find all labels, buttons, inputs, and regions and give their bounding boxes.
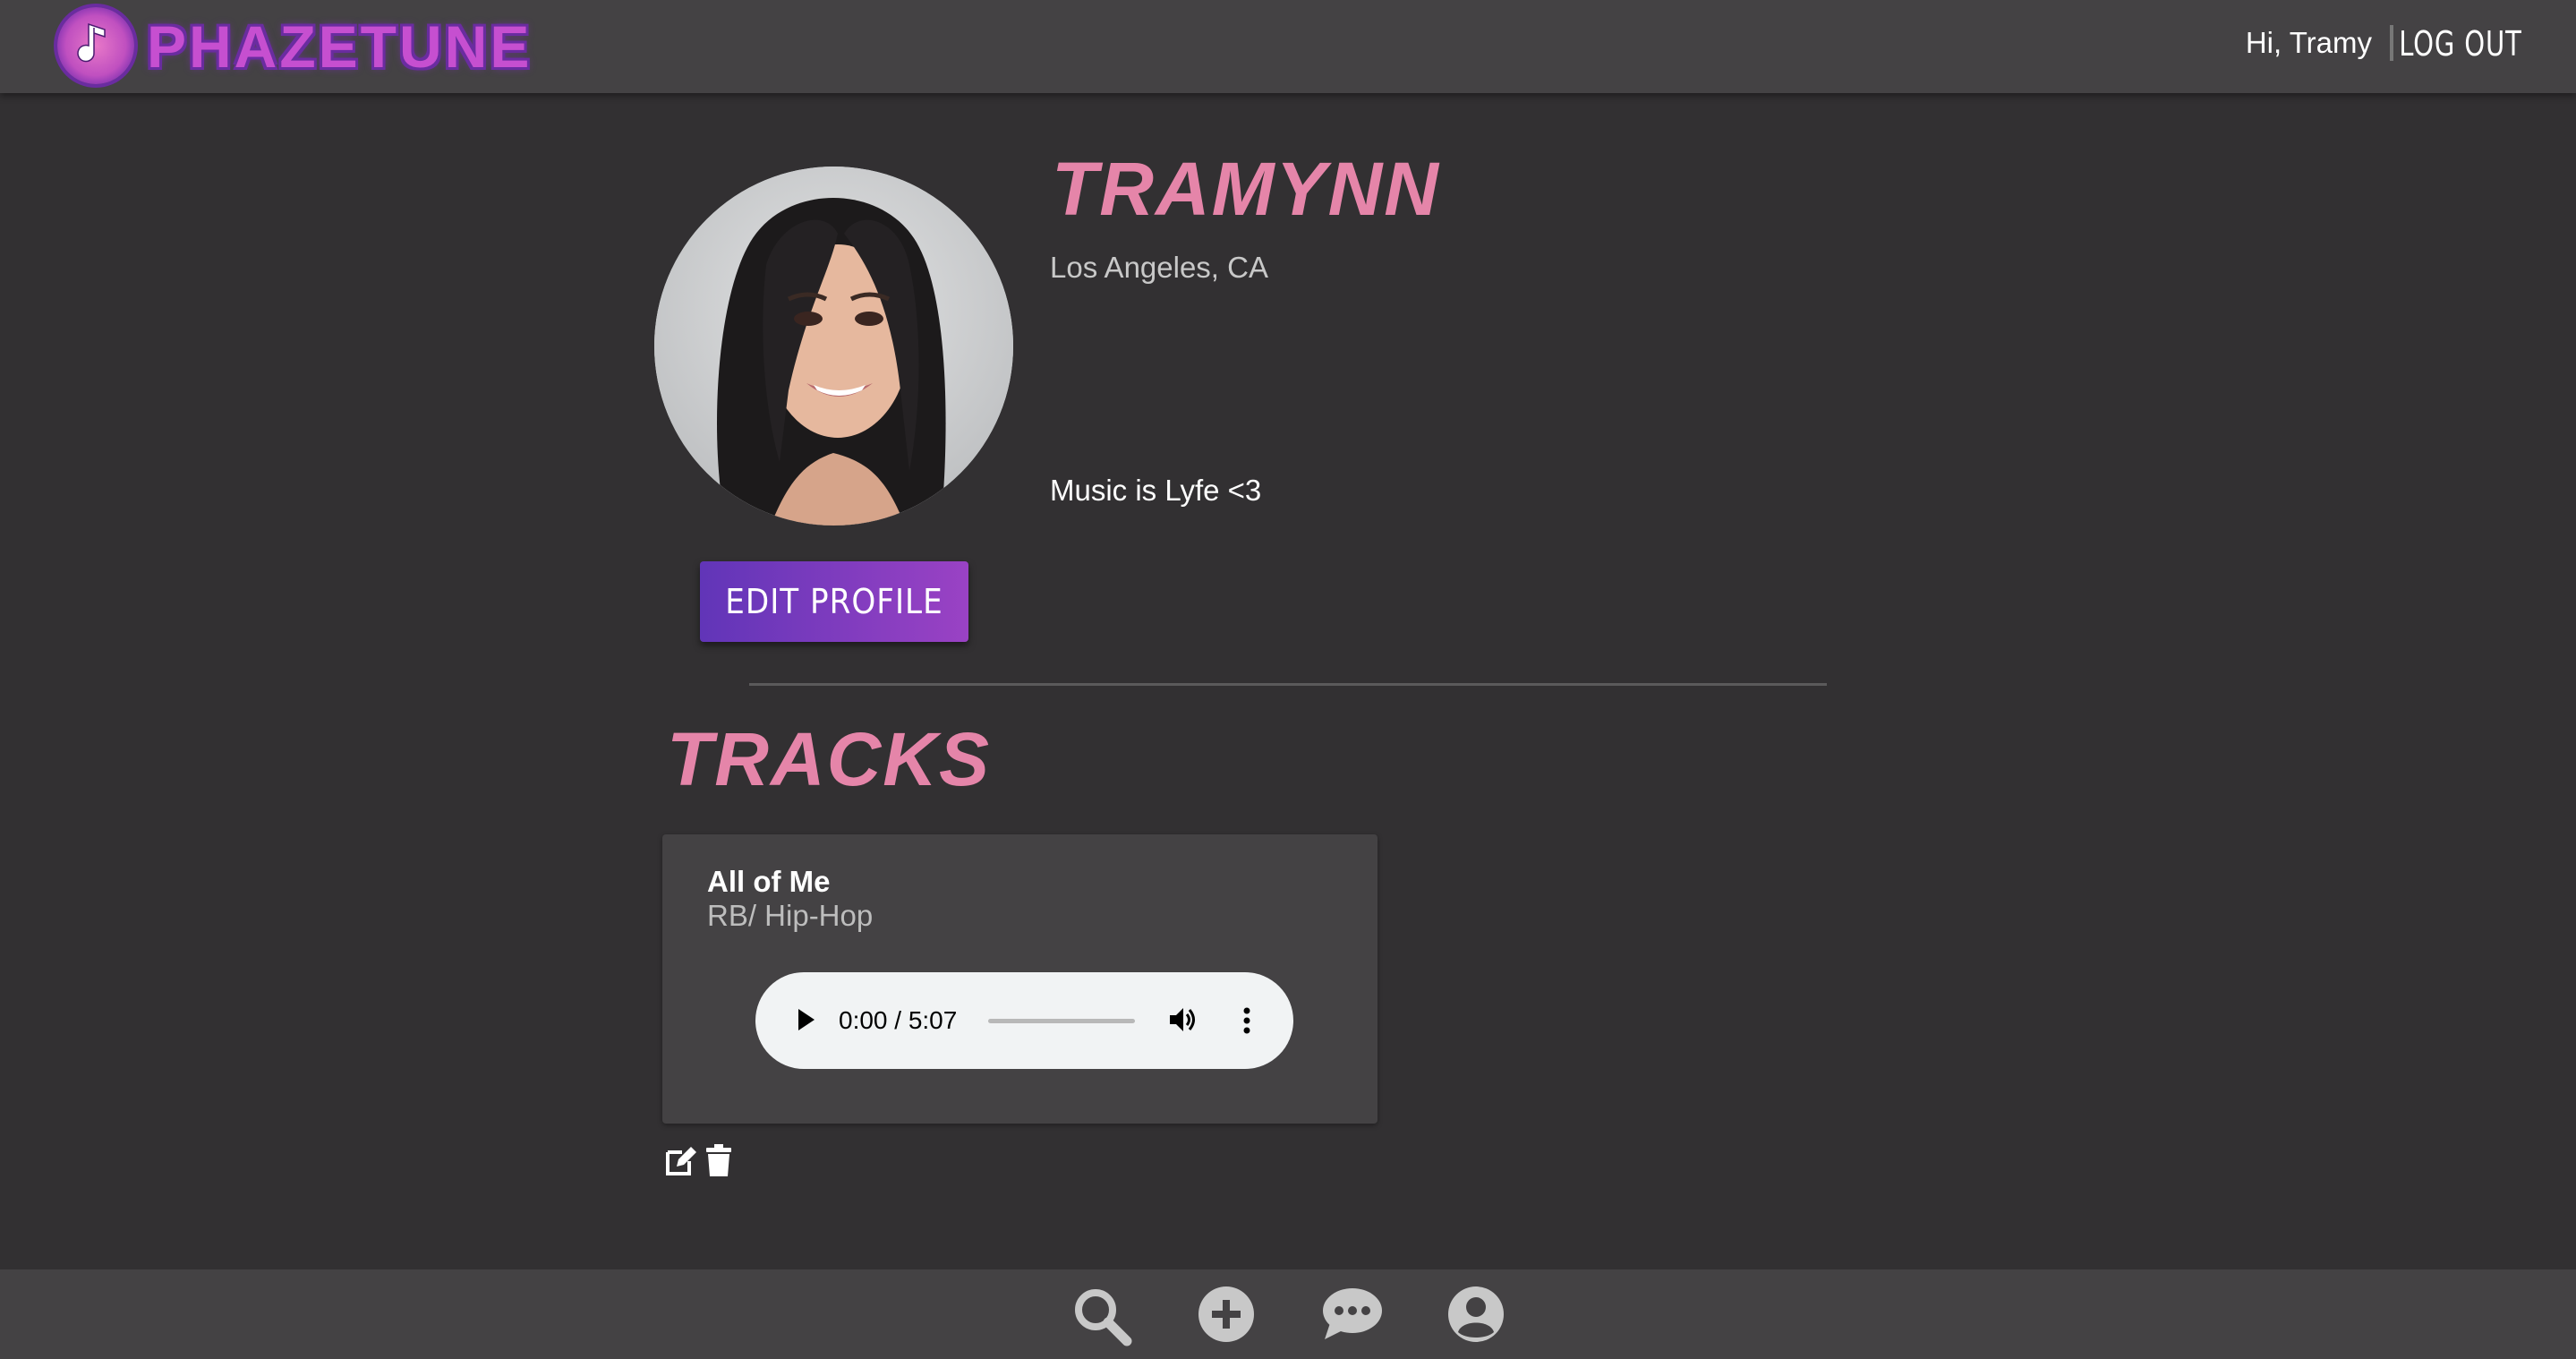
profile-username: TRAMYNN [1052, 147, 1440, 231]
logout-link[interactable]: LOG OUT [2400, 24, 2522, 64]
tracks-heading: TRACKS [667, 717, 991, 801]
track-genre: RB/ Hip-Hop [707, 899, 874, 932]
track-card: All of Me RB/ Hip-Hop 0:00 / 5:07 [662, 834, 1378, 1124]
music-note-logo-icon[interactable] [57, 7, 134, 84]
top-navbar: PHAZETUNE Hi, Tramy LOG OUT [0, 0, 2576, 93]
play-icon[interactable] [793, 1006, 818, 1038]
profile-location: Los Angeles, CA [1050, 251, 1268, 284]
track-title: All of Me [707, 865, 831, 898]
edit-profile-button[interactable]: EDIT PROFILE [700, 561, 968, 642]
chat-icon[interactable] [1321, 1286, 1384, 1347]
volume-icon[interactable] [1167, 1004, 1199, 1039]
delete-track-icon[interactable] [705, 1143, 732, 1182]
search-icon[interactable] [1071, 1286, 1132, 1351]
edit-track-icon[interactable] [664, 1145, 698, 1182]
plus-icon[interactable] [1198, 1286, 1255, 1347]
profile-bio: Music is Lyfe <3 [1050, 474, 1262, 507]
section-divider [749, 683, 1827, 686]
brand-logo-text[interactable]: PHAZETUNE [147, 13, 532, 81]
user-greeting: Hi, Tramy [2245, 26, 2372, 59]
bottom-navbar [0, 1269, 2576, 1359]
audio-player: 0:00 / 5:07 [755, 972, 1293, 1069]
audio-time: 0:00 / 5:07 [839, 1006, 958, 1034]
nav-separator [2390, 25, 2393, 61]
user-icon[interactable] [1447, 1286, 1505, 1347]
more-options-icon[interactable] [1242, 1006, 1251, 1039]
profile-avatar [654, 167, 1013, 526]
audio-progress-slider[interactable] [988, 1019, 1135, 1023]
